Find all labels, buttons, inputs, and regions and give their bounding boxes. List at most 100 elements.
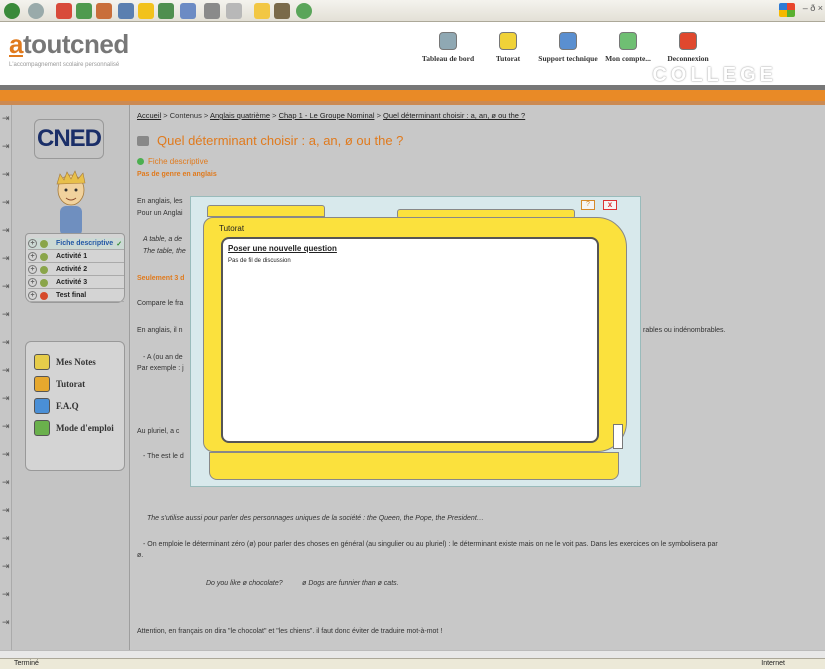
- activity-item[interactable]: + Activité 3: [28, 277, 124, 289]
- favorites-icon[interactable]: [138, 3, 154, 19]
- tool-label: Mes Notes: [56, 357, 96, 367]
- folder-icon[interactable]: [254, 3, 270, 19]
- activity-item[interactable]: + Fiche descriptive ✓: [28, 238, 124, 250]
- nav-item[interactable]: Support technique: [538, 32, 598, 63]
- left-rail: ⇥ ⇥ ⇥ ⇥ ⇥ ⇥ ⇥ ⇥ ⇥ ⇥ ⇥ ⇥ ⇥ ⇥ ⇥ ⇥ ⇥ ⇥ ⇥: [0, 105, 12, 650]
- status-bar: Terminé Internet: [0, 658, 825, 669]
- sidebar: CNED + Fiche descriptive ✓ + Activité 1 + Acti…: [12, 105, 130, 650]
- rail-marker-icon[interactable]: ⇥: [2, 449, 10, 460]
- paragraph: The s'utilise aussi pour parler des pers…: [147, 515, 484, 522]
- tool-link[interactable]: Tutorat: [34, 376, 85, 392]
- tool-link[interactable]: Mode d'emploi: [34, 420, 114, 436]
- edit-icon[interactable]: [226, 3, 242, 19]
- nav-item-label: Tableau de bord: [421, 54, 475, 63]
- expand-icon[interactable]: +: [28, 265, 37, 274]
- help-button[interactable]: ?: [581, 200, 595, 210]
- breadcrumb-home[interactable]: Accueil: [137, 111, 161, 120]
- expand-icon[interactable]: +: [28, 252, 37, 261]
- rail-marker-icon[interactable]: ⇥: [2, 253, 10, 264]
- activity-item[interactable]: + Test final: [28, 290, 124, 302]
- home-icon[interactable]: [96, 3, 112, 19]
- breadcrumb-chapter[interactable]: Chap 1 - Le Groupe Nominal: [279, 111, 375, 120]
- rail-marker-icon[interactable]: ⇥: [2, 617, 10, 628]
- activity-label: Activité 2: [56, 266, 88, 273]
- activity-icon: [40, 265, 48, 274]
- paragraph: ø.: [137, 552, 144, 559]
- rail-marker-icon[interactable]: ⇥: [2, 589, 10, 600]
- rail-marker-icon[interactable]: ⇥: [2, 337, 10, 348]
- discussion-panel: Poser une nouvelle question Pas de fil d…: [221, 237, 599, 443]
- rail-marker-icon[interactable]: ⇥: [2, 533, 10, 544]
- tool-link[interactable]: F.A.Q: [34, 398, 79, 414]
- back-icon[interactable]: [4, 3, 20, 19]
- header-orange-band: [0, 90, 825, 101]
- rail-marker-icon[interactable]: ⇥: [2, 365, 10, 376]
- lesson-icon: [137, 135, 149, 146]
- rail-marker-icon[interactable]: ⇥: [2, 197, 10, 208]
- refresh-icon[interactable]: [76, 3, 92, 19]
- account-icon: [619, 32, 637, 50]
- forward-icon[interactable]: [28, 3, 44, 19]
- expand-icon[interactable]: +: [28, 278, 37, 287]
- rail-marker-icon[interactable]: ⇥: [2, 113, 10, 124]
- expand-icon[interactable]: +: [28, 291, 37, 300]
- rail-marker-icon[interactable]: ⇥: [2, 421, 10, 432]
- activities-panel: + Fiche descriptive ✓ + Activité 1 + Activité …: [25, 233, 125, 303]
- paragraph: - A (ou an de: [143, 354, 183, 361]
- history-icon[interactable]: [158, 3, 174, 19]
- activity-item[interactable]: + Activité 2: [28, 264, 124, 276]
- print-icon[interactable]: [204, 3, 220, 19]
- status-text: Terminé: [14, 660, 39, 667]
- dialog-scroll-thumb[interactable]: [613, 424, 623, 449]
- tagline: L'accompagnement scolaire personnalisé: [9, 62, 120, 68]
- top-navigation: Tableau de bord Tutorat Support technique M…: [418, 32, 718, 63]
- paragraph: - The est le d: [143, 453, 184, 460]
- tutorat-dialog: Tutorat ? x Poser une nouvelle question …: [190, 196, 641, 487]
- nav-item[interactable]: Tableau de bord: [418, 32, 478, 63]
- window-controls[interactable]: – ð ×: [803, 3, 823, 13]
- paragraph: Attention, en français on dira "le choco…: [137, 628, 443, 635]
- breadcrumb: Accueil > Contenus > Anglais quatrième >…: [137, 111, 526, 120]
- notes-icon: [34, 354, 50, 370]
- activity-label: Activité 1: [56, 253, 88, 260]
- search-icon[interactable]: [118, 3, 134, 19]
- rail-marker-icon[interactable]: ⇥: [2, 225, 10, 236]
- nav-item-label: Deconnexion: [667, 54, 709, 63]
- tool-link[interactable]: Mes Notes: [34, 354, 96, 370]
- power-icon: [679, 32, 697, 50]
- windows-logo-icon: [779, 3, 795, 17]
- nav-item[interactable]: Deconnexion: [658, 32, 718, 63]
- expand-icon[interactable]: +: [28, 239, 37, 248]
- manual-icon: [34, 420, 50, 436]
- messenger-icon[interactable]: [296, 3, 312, 19]
- paragraph: En anglais, il n: [137, 327, 183, 334]
- rail-marker-icon[interactable]: ⇥: [2, 477, 10, 488]
- tool-label: Mode d'emploi: [56, 423, 114, 433]
- mail-icon[interactable]: [180, 3, 196, 19]
- activity-icon: [40, 291, 48, 300]
- rail-marker-icon[interactable]: ⇥: [2, 169, 10, 180]
- rail-marker-icon[interactable]: ⇥: [2, 505, 10, 516]
- nav-item[interactable]: Tutorat: [478, 32, 538, 63]
- rail-marker-icon[interactable]: ⇥: [2, 141, 10, 152]
- activity-icon: [40, 252, 48, 261]
- empty-thread-message: Pas de fil de discussion: [228, 258, 291, 264]
- site-logo[interactable]: atoutcned: [9, 29, 129, 60]
- rail-marker-icon[interactable]: ⇥: [2, 393, 10, 404]
- tools-icon[interactable]: [274, 3, 290, 19]
- tools-panel: Mes Notes Tutorat F.A.Q Mode d'emploi: [25, 341, 125, 471]
- rail-marker-icon[interactable]: ⇥: [2, 309, 10, 320]
- breadcrumb-level[interactable]: Anglais quatrième: [210, 111, 270, 120]
- horizontal-scrollbar[interactable]: [0, 650, 825, 658]
- activity-label: Activité 3: [56, 279, 88, 286]
- zone-text: Internet: [761, 660, 785, 667]
- rail-marker-icon[interactable]: ⇥: [2, 281, 10, 292]
- close-button[interactable]: x: [603, 200, 617, 210]
- nav-item[interactable]: Mon compte...: [598, 32, 658, 63]
- activity-icon: [40, 278, 48, 287]
- stop-icon[interactable]: [56, 3, 72, 19]
- breadcrumb-lesson[interactable]: Quel déterminant choisir : a, an, ø ou t…: [383, 111, 525, 120]
- rail-marker-icon[interactable]: ⇥: [2, 561, 10, 572]
- new-question-link[interactable]: Poser une nouvelle question: [228, 244, 337, 253]
- activity-item[interactable]: + Activité 1: [28, 251, 124, 263]
